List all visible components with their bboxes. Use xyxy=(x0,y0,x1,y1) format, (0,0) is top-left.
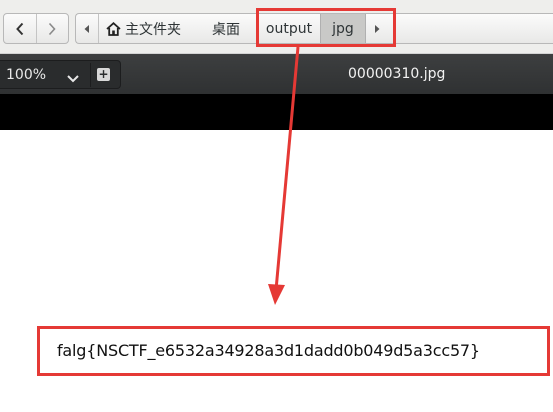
screenshot-root: 主文件夹 桌面 output jpg 100% + 00000310.jpg f… xyxy=(0,0,553,412)
triangle-left-icon xyxy=(84,24,89,33)
zoom-in-icon[interactable]: + xyxy=(97,68,110,81)
flag-highlight-box: falg{NSCTF_e6532a34928a3d1dadd0b049d5a3c… xyxy=(37,326,550,376)
file-manager-toolbar: 主文件夹 桌面 output jpg xyxy=(0,0,553,54)
breadcrumb-item-desktop[interactable]: 桌面 xyxy=(212,14,240,43)
forward-button[interactable] xyxy=(35,14,69,43)
navigation-buttons xyxy=(3,13,69,44)
chevron-right-icon xyxy=(49,22,56,35)
zoom-level: 100% xyxy=(6,67,47,83)
back-button[interactable] xyxy=(4,14,36,43)
breadcrumb-scroll-left-button[interactable] xyxy=(76,14,99,43)
home-icon xyxy=(106,21,121,36)
zoom-combo[interactable]: 100% + xyxy=(0,60,121,89)
chevron-down-icon[interactable] xyxy=(66,69,80,88)
image-top-band xyxy=(0,94,553,130)
breadcrumb-label: 主文件夹 xyxy=(125,21,181,38)
zoom-divider xyxy=(90,63,91,87)
chevron-left-icon xyxy=(15,22,23,35)
breadcrumb-item-home[interactable]: 主文件夹 xyxy=(106,14,181,43)
image-viewer-header: 100% + 00000310.jpg xyxy=(0,54,553,94)
path-highlight-box xyxy=(256,8,396,47)
image-file-title: 00000310.jpg xyxy=(348,66,446,82)
breadcrumb-label: 桌面 xyxy=(212,21,240,38)
flag-text: falg{NSCTF_e6532a34928a3d1dadd0b049d5a3c… xyxy=(57,341,480,360)
